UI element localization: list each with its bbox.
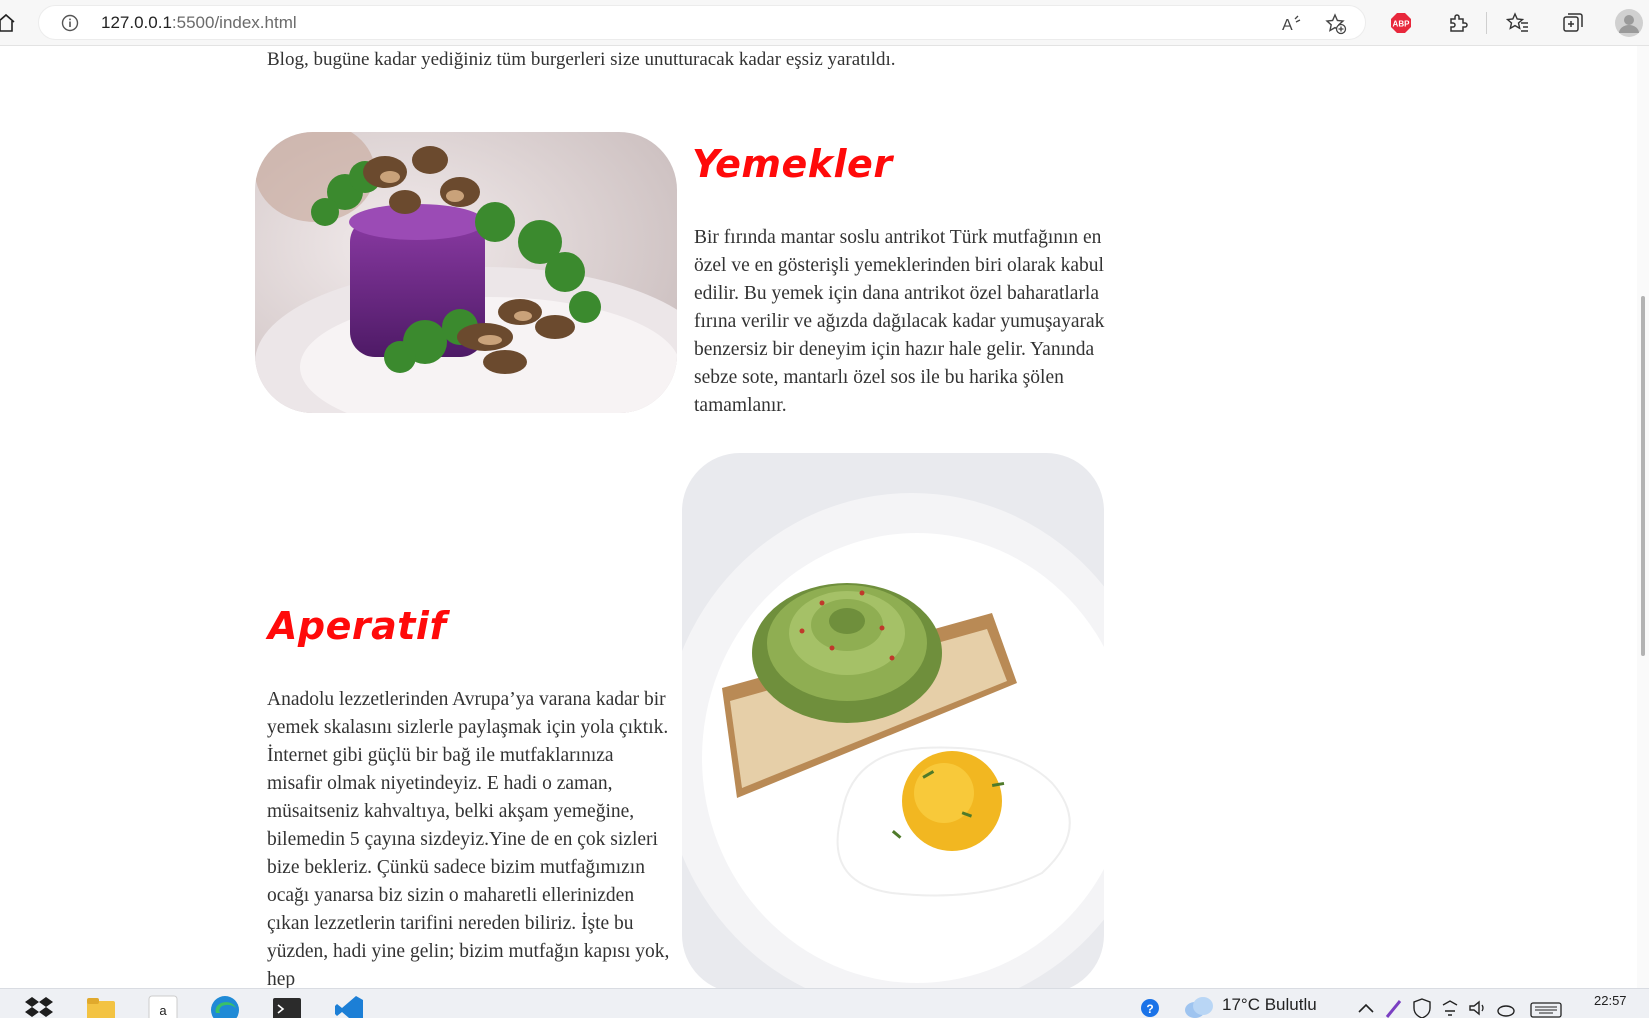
onedrive-icon[interactable] (1496, 997, 1516, 1018)
avocado-toast-image (682, 453, 1104, 993)
yemekler-heading: Yemekler (692, 142, 893, 186)
keyboard-icon[interactable] (1530, 997, 1562, 1018)
extensions-icon[interactable] (1446, 11, 1470, 35)
address-bar[interactable]: 127.0.0.1:5500/index.html A (38, 5, 1366, 40)
help-icon[interactable]: ? (1140, 997, 1160, 1018)
svg-text:ABP: ABP (1393, 20, 1411, 29)
mushroom-dish-image (255, 132, 677, 413)
url-text[interactable]: 127.0.0.1:5500/index.html (101, 13, 297, 33)
svg-text:a: a (159, 1003, 167, 1018)
read-aloud-icon[interactable]: A (1281, 13, 1303, 35)
favorites-icon[interactable] (1506, 11, 1530, 35)
adblock-icon[interactable]: ABP (1390, 12, 1412, 34)
profile-icon[interactable] (1614, 8, 1644, 38)
aperatif-heading: Aperatif (268, 604, 447, 648)
file-explorer-icon[interactable] (86, 995, 116, 1018)
network-icon[interactable] (1440, 997, 1460, 1018)
cloud-icon[interactable] (1182, 991, 1216, 1018)
home-icon[interactable] (0, 10, 18, 34)
scrollbar-thumb[interactable] (1641, 296, 1645, 656)
dropbox-icon[interactable] (24, 995, 54, 1018)
clock-time[interactable]: 22:57 (1594, 993, 1627, 1008)
edge-icon[interactable] (210, 995, 240, 1018)
page-scrollbar[interactable] (1637, 46, 1649, 988)
yemekler-text: Bir fırında mantar soslu antrikot Türk m… (694, 227, 1105, 416)
info-icon[interactable] (61, 14, 79, 32)
windows-taskbar: a ? 17°C Bulutlu 22:57 (0, 988, 1649, 1018)
vscode-icon[interactable] (334, 995, 364, 1018)
terminal-icon[interactable] (272, 995, 302, 1018)
aperatif-text: Anadolu lezzetlerinden Avrupa’ya varana … (267, 689, 670, 990)
pen-icon[interactable] (1384, 997, 1404, 1018)
intro-text: Blog, bugüne kadar yediğiniz tüm burgerl… (267, 49, 896, 70)
add-favorite-icon[interactable] (1325, 13, 1347, 35)
url-host: 127.0.0.1 (101, 13, 172, 32)
amazon-icon[interactable]: a (148, 995, 178, 1018)
svg-text:A: A (1282, 17, 1293, 34)
security-icon[interactable] (1412, 997, 1432, 1018)
toolbar-separator (1486, 12, 1487, 34)
weather-text[interactable]: 17°C Bulutlu (1222, 995, 1317, 1015)
chevron-up-icon[interactable] (1356, 997, 1376, 1018)
collections-icon[interactable] (1561, 11, 1585, 35)
url-path: :5500/index.html (171, 13, 297, 32)
svg-text:?: ? (1146, 1002, 1153, 1016)
volume-icon[interactable] (1468, 997, 1488, 1018)
browser-toolbar: 127.0.0.1:5500/index.html A ABP (0, 0, 1649, 46)
